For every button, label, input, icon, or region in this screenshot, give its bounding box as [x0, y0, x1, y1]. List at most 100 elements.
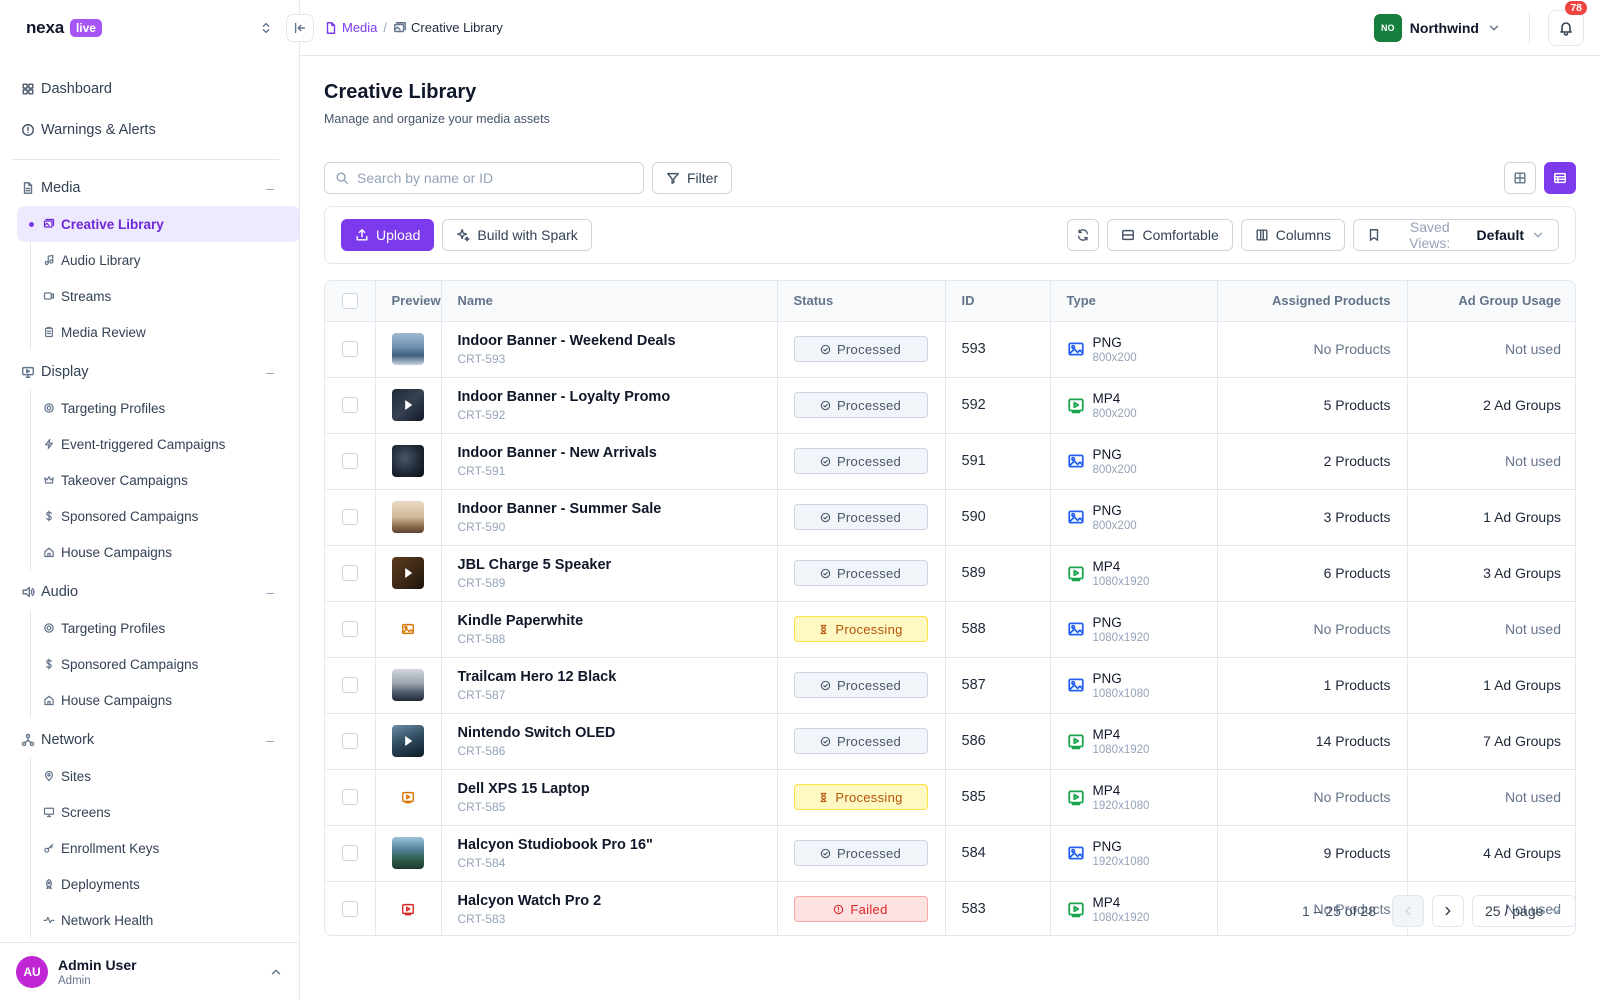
creative-name[interactable]: Indoor Banner - New Arrivals	[458, 445, 761, 461]
columns-button[interactable]: Columns	[1240, 219, 1345, 251]
creative-name[interactable]: Indoor Banner - Weekend Deals	[458, 333, 761, 349]
creative-name[interactable]: Halcyon Watch Pro 2	[458, 893, 761, 909]
grid-view-button[interactable]	[1504, 162, 1536, 194]
build-with-spark-button[interactable]: Build with Spark	[442, 219, 592, 251]
row-checkbox[interactable]	[341, 341, 358, 357]
creative-name[interactable]: Kindle Paperwhite	[458, 613, 761, 629]
select-all-checkbox[interactable]	[341, 292, 358, 309]
user-menu[interactable]: AU Admin User Admin	[0, 942, 299, 1000]
row-checkbox[interactable]	[341, 733, 358, 749]
preview-thumbnail[interactable]	[392, 725, 424, 757]
table-row[interactable]: Trailcam Hero 12 Black CRT-587 Processed 58…	[325, 657, 1575, 714]
sidebar-item-audio-targeting-profiles[interactable]: Targeting Profiles	[17, 610, 291, 646]
prev-page-button[interactable]	[1392, 895, 1424, 927]
preview-thumbnail[interactable]	[392, 557, 424, 589]
saved-views-select[interactable]: Saved Views: Default	[1353, 219, 1559, 251]
type-dimensions: 1920x1080	[1092, 855, 1150, 868]
filter-button[interactable]: Filter	[652, 162, 733, 194]
per-page-select[interactable]: 25 / page	[1472, 895, 1576, 927]
collapse-icon[interactable]: –	[266, 732, 274, 748]
chevron-up-icon[interactable]	[269, 965, 283, 979]
sidebar-item-media-creative-library[interactable]: Creative Library	[17, 206, 299, 242]
sidebar-item-network-deployments[interactable]: Deployments	[17, 866, 291, 902]
ad-group-usage: 4 Ad Groups	[1407, 825, 1575, 882]
image-icon	[1067, 340, 1085, 358]
collapse-icon[interactable]: –	[266, 180, 274, 196]
org-switcher[interactable]: NO Northwind	[1373, 11, 1548, 44]
collapse-icon[interactable]: –	[266, 584, 274, 600]
sidebar-item-network-network-health[interactable]: Network Health	[17, 902, 291, 938]
sidebar-item-network-enrollment-keys[interactable]: Enrollment Keys	[17, 830, 291, 866]
next-page-button[interactable]	[1432, 895, 1464, 927]
table-row[interactable]: Nintendo Switch OLED CRT-586 Processed 586 M…	[325, 713, 1575, 770]
sidebar-item-dashboard[interactable]: Dashboard	[8, 70, 291, 108]
sidebar-item-label: Creative Library	[61, 216, 164, 232]
col-id[interactable]: ID	[945, 281, 1051, 322]
refresh-button[interactable]	[1067, 219, 1100, 251]
col-status[interactable]: Status	[777, 281, 946, 322]
sidebar-item-media-audio-library[interactable]: Audio Library	[17, 242, 291, 278]
table-row[interactable]: JBL Charge 5 Speaker CRT-589 Processed 589 M…	[325, 545, 1575, 602]
row-checkbox[interactable]	[341, 397, 358, 413]
col-name[interactable]: Name	[441, 281, 778, 322]
sidebar-item-display-takeover-campaigns[interactable]: Takeover Campaigns	[17, 462, 291, 498]
table-row[interactable]: Dell XPS 15 Laptop CRT-585 Processing 585 MP…	[325, 769, 1575, 826]
row-checkbox[interactable]	[341, 677, 358, 693]
sidebar-item-display-house-campaigns[interactable]: House Campaigns	[17, 534, 291, 570]
workspace-switcher-icon[interactable]	[259, 21, 273, 35]
preview-thumbnail[interactable]	[392, 669, 424, 701]
search-input[interactable]	[357, 170, 627, 186]
table-row[interactable]: Indoor Banner - New Arrivals CRT-591 Proce…	[325, 433, 1575, 490]
creative-name[interactable]: Indoor Banner - Loyalty Promo	[458, 389, 761, 405]
row-checkbox[interactable]	[341, 509, 358, 525]
collapse-sidebar-button[interactable]	[286, 14, 314, 42]
notifications-button[interactable]: 78	[1548, 0, 1587, 46]
row-checkbox[interactable]	[341, 845, 358, 861]
preview-thumbnail[interactable]	[392, 333, 424, 365]
sidebar-item-display-targeting-profiles[interactable]: Targeting Profiles	[17, 390, 291, 426]
col-ad-group-usage[interactable]: Ad Group Usage	[1407, 281, 1575, 322]
row-checkbox[interactable]	[341, 621, 358, 637]
sidebar-item-media-media-review[interactable]: Media Review	[17, 314, 291, 350]
sidebar-item-audio-house-campaigns[interactable]: House Campaigns	[17, 682, 291, 718]
sidebar-group-network[interactable]: Network –	[8, 722, 291, 758]
sidebar-group-display[interactable]: Display –	[8, 354, 291, 390]
table-row[interactable]: Indoor Banner - Loyalty Promo CRT-592 Proc…	[325, 377, 1575, 434]
sidebar-item-media-streams[interactable]: Streams	[17, 278, 291, 314]
creative-name[interactable]: JBL Charge 5 Speaker	[458, 557, 761, 573]
sidebar-item-display-event-triggered-campaigns[interactable]: Event-triggered Campaigns	[17, 426, 291, 462]
preview-thumbnail[interactable]	[392, 837, 424, 869]
sidebar-item-warnings-alerts[interactable]: Warnings & Alerts	[8, 111, 291, 149]
table-row[interactable]: Indoor Banner - Summer Sale CRT-590 Proces…	[325, 489, 1575, 546]
table-row[interactable]: Halcyon Studiobook Pro 16" CRT-584 Process…	[325, 825, 1575, 882]
creative-name[interactable]: Halcyon Studiobook Pro 16"	[458, 837, 761, 853]
creative-name[interactable]: Trailcam Hero 12 Black	[458, 669, 761, 685]
sidebar-item-network-screens[interactable]: Screens	[17, 794, 291, 830]
density-button[interactable]: Comfortable	[1107, 219, 1233, 251]
col-type[interactable]: Type	[1050, 281, 1218, 322]
table-row[interactable]: Indoor Banner - Weekend Deals CRT-593 Proc…	[325, 321, 1575, 378]
preview-thumbnail[interactable]	[392, 389, 424, 421]
upload-button[interactable]: Upload	[341, 219, 435, 251]
col-assigned-products[interactable]: Assigned Products	[1217, 281, 1408, 322]
sidebar-item-network-sites[interactable]: Sites	[17, 758, 291, 794]
sidebar-group-audio[interactable]: Audio –	[8, 574, 291, 610]
breadcrumb-media[interactable]: Media	[324, 20, 377, 35]
sidebar-item-display-sponsored-campaigns[interactable]: Sponsored Campaigns	[17, 498, 291, 534]
sidebar-item-audio-sponsored-campaigns[interactable]: Sponsored Campaigns	[17, 646, 291, 682]
collapse-icon[interactable]: –	[266, 364, 274, 380]
creative-name[interactable]: Dell XPS 15 Laptop	[458, 781, 761, 797]
preview-thumbnail[interactable]	[392, 445, 424, 477]
row-checkbox[interactable]	[341, 453, 358, 469]
creative-name[interactable]: Indoor Banner - Summer Sale	[458, 501, 761, 517]
creative-name[interactable]: Nintendo Switch OLED	[458, 725, 761, 741]
row-checkbox[interactable]	[341, 565, 358, 581]
sidebar-nav: Dashboard Warnings & Alerts Media – Creative…	[0, 56, 299, 944]
preview-thumbnail[interactable]	[392, 501, 424, 533]
row-checkbox[interactable]	[341, 789, 358, 805]
list-view-button[interactable]	[1544, 162, 1576, 194]
sidebar-group-media[interactable]: Media –	[8, 170, 291, 206]
table-row[interactable]: Kindle Paperwhite CRT-588 Processing 588 PNG…	[325, 601, 1575, 658]
row-checkbox[interactable]	[341, 901, 358, 918]
alert-icon	[21, 123, 35, 137]
